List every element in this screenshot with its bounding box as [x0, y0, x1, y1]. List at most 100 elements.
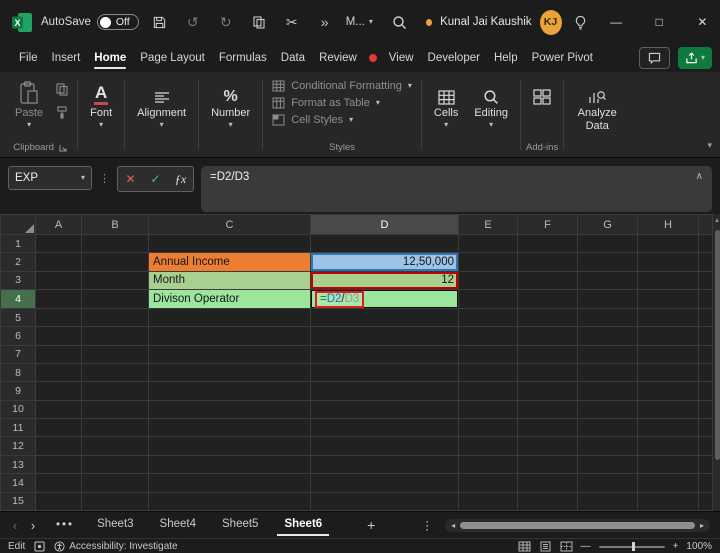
- window-title-menu[interactable]: M... ▾: [346, 16, 373, 28]
- cell-g13[interactable]: [578, 455, 638, 473]
- column-header-h[interactable]: H: [638, 215, 699, 235]
- cell-a14[interactable]: [36, 474, 82, 492]
- column-header-c[interactable]: C: [149, 215, 311, 235]
- cell-h11[interactable]: [638, 419, 699, 437]
- cell-c15[interactable]: [149, 492, 311, 510]
- conditional-formatting-button[interactable]: Conditional Formatting ▾: [268, 77, 416, 94]
- row-header-1[interactable]: 1: [1, 235, 36, 253]
- cell-b2[interactable]: [82, 253, 149, 271]
- cell-h2[interactable]: [638, 253, 699, 271]
- cell-e6[interactable]: [459, 327, 518, 345]
- cell-e4[interactable]: [459, 290, 518, 309]
- cell-e12[interactable]: [459, 437, 518, 455]
- cell-f15[interactable]: [518, 492, 578, 510]
- collapse-formula-bar-icon[interactable]: ∧: [696, 171, 703, 182]
- cell-h14[interactable]: [638, 474, 699, 492]
- addins-button[interactable]: [526, 75, 558, 105]
- dialog-launcher-icon[interactable]: [59, 144, 67, 152]
- cell-f3[interactable]: [518, 271, 578, 289]
- row-header-12[interactable]: 12: [1, 437, 36, 455]
- cell-d4[interactable]: =D2/D3: [311, 290, 459, 309]
- cell-g6[interactable]: [578, 327, 638, 345]
- cell-a6[interactable]: [36, 327, 82, 345]
- cell-d8[interactable]: [311, 364, 459, 382]
- cell-e8[interactable]: [459, 364, 518, 382]
- cell-b6[interactable]: [82, 327, 149, 345]
- collapse-ribbon-button[interactable]: ▾: [707, 140, 712, 151]
- cell-g14[interactable]: [578, 474, 638, 492]
- cell-h13[interactable]: [638, 455, 699, 473]
- cell-a15[interactable]: [36, 492, 82, 510]
- cell-a7[interactable]: [36, 345, 82, 363]
- number-button[interactable]: % Number ▾: [204, 75, 257, 129]
- autosave-toggle[interactable]: Off: [97, 14, 139, 30]
- scroll-up-icon[interactable]: ▴: [713, 216, 720, 224]
- cell-b11[interactable]: [82, 419, 149, 437]
- cell-g2[interactable]: [578, 253, 638, 271]
- horizontal-scrollbar-thumb[interactable]: [460, 522, 695, 529]
- cell-g7[interactable]: [578, 345, 638, 363]
- ribbon-tab-review[interactable]: Review: [312, 47, 364, 69]
- tips-button[interactable]: [570, 9, 591, 35]
- ribbon-tab-home[interactable]: Home: [87, 47, 133, 69]
- cell-d11[interactable]: [311, 419, 459, 437]
- cell-h12[interactable]: [638, 437, 699, 455]
- cell-b12[interactable]: [82, 437, 149, 455]
- sheet-tab-sheet3[interactable]: Sheet3: [84, 512, 146, 538]
- row-header-2[interactable]: 2: [1, 253, 36, 271]
- cell-b1[interactable]: [82, 235, 149, 253]
- excel-logo-icon[interactable]: X: [12, 13, 32, 32]
- comments-button[interactable]: [639, 47, 670, 69]
- scroll-left-icon[interactable]: ◂: [448, 521, 458, 530]
- redo-button[interactable]: ↻: [214, 9, 238, 35]
- cell-d1[interactable]: [311, 235, 459, 253]
- row-header-7[interactable]: 7: [1, 345, 36, 363]
- ribbon-tab-developer[interactable]: Developer: [421, 47, 487, 69]
- cell-b4[interactable]: [82, 290, 149, 309]
- cell-d7[interactable]: [311, 345, 459, 363]
- row-header-13[interactable]: 13: [1, 455, 36, 473]
- cell-b10[interactable]: [82, 400, 149, 418]
- zoom-slider-thumb[interactable]: [632, 542, 635, 551]
- search-button[interactable]: [389, 9, 410, 35]
- cell-f9[interactable]: [518, 382, 578, 400]
- cell-f6[interactable]: [518, 327, 578, 345]
- cell-e13[interactable]: [459, 455, 518, 473]
- cell-c5[interactable]: [149, 308, 311, 326]
- prev-sheet-button[interactable]: ‹: [6, 518, 24, 533]
- cell-g9[interactable]: [578, 382, 638, 400]
- cell-d14[interactable]: [311, 474, 459, 492]
- column-header-b[interactable]: B: [82, 215, 149, 235]
- sheet-tab-sheet4[interactable]: Sheet4: [147, 512, 209, 538]
- zoom-out-button[interactable]: —: [581, 541, 591, 552]
- row-header-6[interactable]: 6: [1, 327, 36, 345]
- cell-d5[interactable]: [311, 308, 459, 326]
- zoom-slider[interactable]: [599, 546, 665, 548]
- row-header-10[interactable]: 10: [1, 400, 36, 418]
- cell-f5[interactable]: [518, 308, 578, 326]
- column-header-d[interactable]: D: [311, 215, 459, 235]
- cell-f8[interactable]: [518, 364, 578, 382]
- cell-d3[interactable]: 12: [311, 271, 459, 289]
- cell-h15[interactable]: [638, 492, 699, 510]
- alignment-button[interactable]: Alignment ▾: [130, 75, 193, 129]
- editing-button[interactable]: Editing ▾: [467, 75, 515, 129]
- cell-c6[interactable]: [149, 327, 311, 345]
- cell-f2[interactable]: [518, 253, 578, 271]
- cancel-entry-button[interactable]: ✕: [118, 172, 143, 186]
- cell-c10[interactable]: [149, 400, 311, 418]
- copy-small-button[interactable]: [52, 81, 72, 97]
- zoom-in-button[interactable]: +: [673, 541, 679, 552]
- new-sheet-button[interactable]: +: [361, 517, 381, 533]
- row-header-4[interactable]: 4: [1, 290, 36, 309]
- cell-e11[interactable]: [459, 419, 518, 437]
- insert-function-button[interactable]: ƒx: [168, 172, 193, 187]
- cell-d9[interactable]: [311, 382, 459, 400]
- vertical-scrollbar[interactable]: ▴: [713, 214, 720, 511]
- cell-a3[interactable]: [36, 271, 82, 289]
- row-header-8[interactable]: 8: [1, 364, 36, 382]
- cell-f12[interactable]: [518, 437, 578, 455]
- cell-c4[interactable]: Divison Operator: [149, 290, 311, 309]
- ribbon-tab-power-pivot[interactable]: Power Pivot: [525, 47, 600, 69]
- close-button[interactable]: ✕: [685, 0, 720, 44]
